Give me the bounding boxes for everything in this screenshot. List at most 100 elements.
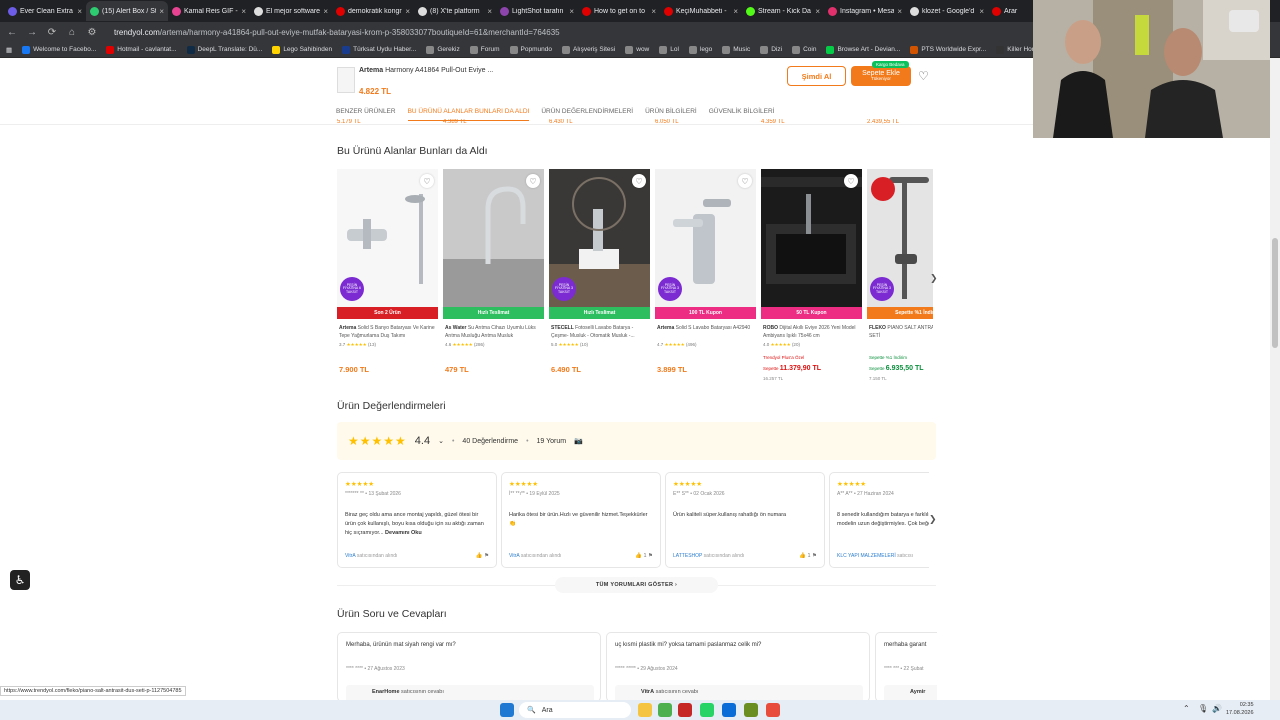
- product-card[interactable]: ♡ PEŞİN FİYATINA 3 TAKSİT 100 TL Kupon Arte…: [655, 169, 756, 389]
- product-image-frame[interactable]: ♡ PEŞİN FİYATINA 6 TAKSİT: [337, 169, 438, 307]
- score-dropdown-icon[interactable]: ⌄: [438, 437, 444, 445]
- carousel-next-icon[interactable]: ❯: [930, 273, 942, 285]
- product-card[interactable]: ♡PEŞİN FİYATINA 3 TAKSİTSepette %1 İndir…: [867, 169, 933, 389]
- file-explorer-icon[interactable]: [638, 703, 652, 717]
- url-field[interactable]: trendyol.com/artema/harmony-a41864-pull-…: [114, 28, 560, 37]
- bookmark-item[interactable]: Gerekiz: [426, 45, 460, 54]
- browser-tab[interactable]: Instagram • Mesa ×: [824, 1, 906, 21]
- review-card[interactable]: ★★★★★ ******* ** • 13 Şubat 2026 Biraz geç…: [337, 472, 497, 568]
- seller-name[interactable]: VitrA: [345, 553, 355, 559]
- product-card[interactable]: ♡ PEŞİN FİYATINA 3 TAKSİT Hızlı Teslimat ST…: [549, 169, 650, 389]
- system-clock[interactable]: 02:35 17.08.2026: [1226, 702, 1254, 717]
- apps-icon[interactable]: ▦: [6, 46, 12, 54]
- tray-chevron-icon[interactable]: ⌃: [1183, 704, 1190, 713]
- product-image-frame[interactable]: ♡PEŞİN FİYATINA 3 TAKSİT: [549, 169, 650, 307]
- product-card[interactable]: ♡ PEŞİN FİYATINA 6 TAKSİT Son 2 Ürün Artema…: [337, 169, 438, 389]
- review-card[interactable]: ★★★★★ E** S** • 02 Ocak 2026 Ürün kaliteli…: [665, 472, 825, 568]
- browser-tab[interactable]: Stream - Kick Da ×: [742, 1, 824, 21]
- bookmark-item[interactable]: PTS Worldwide Expr...: [910, 45, 986, 54]
- bookmark-item[interactable]: lego: [688, 45, 712, 54]
- thumbs-up-icon[interactable]: 👍: [476, 553, 484, 559]
- read-more-link[interactable]: Devamını Oku: [385, 530, 422, 536]
- browser-tab[interactable]: Ever Clean Extra ×: [4, 1, 86, 21]
- bookmark-item[interactable]: DeepL Translate: Dü...: [186, 45, 262, 54]
- accessibility-icon[interactable]: ♿: [10, 570, 30, 590]
- reload-icon[interactable]: ⟳: [46, 27, 58, 38]
- bookmark-item[interactable]: wow: [625, 45, 649, 54]
- browser-tab[interactable]: (15) Alert Box / St ×: [86, 1, 168, 21]
- product-image-frame[interactable]: ♡: [443, 169, 544, 307]
- browser-tab[interactable]: Kamal Reis GIF - ×: [168, 1, 250, 21]
- favorite-heart-icon[interactable]: ♡: [632, 174, 646, 188]
- comment-count[interactable]: 19 Yorum: [537, 438, 567, 445]
- page-scrollbar[interactable]: [1270, 58, 1280, 700]
- whatsapp-icon[interactable]: [700, 703, 714, 717]
- tab-close-icon[interactable]: ×: [241, 7, 246, 16]
- app-icon-2[interactable]: [766, 703, 780, 717]
- bookmark-item[interactable]: Türksat Uydu Haber...: [342, 45, 416, 54]
- review-next-icon[interactable]: ❯: [929, 514, 937, 525]
- browser-tab[interactable]: LightShot tarafın ×: [496, 1, 578, 21]
- favorite-heart-icon[interactable]: ♡: [844, 174, 858, 188]
- speaker-icon[interactable]: 🔊: [1212, 704, 1222, 713]
- tab-close-icon[interactable]: ×: [323, 7, 328, 16]
- seller-name[interactable]: KLC YAPI MALZEMELERİ: [837, 553, 896, 559]
- all-reviews-button[interactable]: TÜM YORUMLARI GÖSTER ›: [555, 577, 718, 593]
- product-card[interactable]: ♡ 50 TL Kupon ROBO Dijital Akıllı Eviye 20…: [761, 169, 862, 389]
- buy-now-button[interactable]: Şimdi Al: [787, 66, 846, 86]
- product-image-frame[interactable]: ♡: [761, 169, 862, 307]
- forward-icon[interactable]: →: [26, 27, 38, 38]
- app-icon[interactable]: [722, 703, 736, 717]
- bookmark-item[interactable]: Forum: [469, 45, 500, 54]
- review-like[interactable]: 👍 ⚑: [476, 553, 489, 559]
- favorite-heart-icon[interactable]: ♡: [918, 69, 929, 83]
- product-image-frame[interactable]: ♡PEŞİN FİYATINA 3 TAKSİT: [655, 169, 756, 307]
- tab-close-icon[interactable]: ×: [159, 7, 164, 16]
- report-flag-icon[interactable]: ⚑: [647, 553, 653, 559]
- tab-close-icon[interactable]: ×: [487, 7, 492, 16]
- browser-tab[interactable]: How to get on to ×: [578, 1, 660, 21]
- favorite-heart-icon[interactable]: ♡: [420, 174, 434, 188]
- qa-card[interactable]: uç kısmi plastik mi? yoksa tamami paslan…: [606, 632, 870, 702]
- bookmark-item[interactable]: Coin: [792, 45, 816, 54]
- bookmark-item[interactable]: Dizi: [760, 45, 782, 54]
- bookmark-item[interactable]: Browse Art - Devian...: [826, 45, 900, 54]
- chrome-icon[interactable]: [658, 703, 672, 717]
- scrollbar-thumb[interactable]: [1272, 238, 1278, 348]
- bookmark-item[interactable]: Popmundo: [509, 45, 552, 54]
- browser-tab[interactable]: demokratik kongr ×: [332, 1, 414, 21]
- review-like[interactable]: 👍 1 ⚑: [799, 553, 817, 559]
- browser-tab[interactable]: KeçiMuhabbeti - ×: [660, 1, 742, 21]
- product-card[interactable]: ♡ Hızlı Teslimat As Water Su Arıtma Cihazı…: [443, 169, 544, 389]
- tab-close-icon[interactable]: ×: [979, 7, 984, 16]
- product-image-frame[interactable]: ♡PEŞİN FİYATINA 3 TAKSİT: [867, 169, 933, 307]
- bookmark-item[interactable]: Music: [722, 45, 750, 54]
- browser-tab[interactable]: El mejor software ×: [250, 1, 332, 21]
- tab-close-icon[interactable]: ×: [897, 7, 902, 16]
- tab-close-icon[interactable]: ×: [815, 7, 820, 16]
- back-icon[interactable]: ←: [6, 27, 18, 38]
- bookmark-item[interactable]: Lego Sahibinden: [272, 45, 332, 54]
- bookmark-item[interactable]: Lol: [659, 45, 679, 54]
- bookmark-item[interactable]: Hotmail - cavlantat...: [106, 45, 177, 54]
- tab-close-icon[interactable]: ×: [77, 7, 82, 16]
- tab-close-icon[interactable]: ×: [569, 7, 574, 16]
- qa-card[interactable]: merhaba garant **** *** • 22 Şubat Aymir: [875, 632, 937, 702]
- qa-card[interactable]: Merhaba, ürünün mat siyah rengi var mı? *…: [337, 632, 601, 702]
- review-like[interactable]: 👍 1 ⚑: [635, 553, 653, 559]
- bookmark-item[interactable]: Alışveriş Sitesi: [561, 45, 615, 54]
- seller-name[interactable]: LATTESHOP: [673, 553, 702, 559]
- review-card[interactable]: ★★★★★ A** A** • 27 Haziran 2024 8 senedir …: [829, 472, 929, 568]
- report-flag-icon[interactable]: ⚑: [484, 553, 489, 559]
- product-thumbnail[interactable]: [337, 67, 355, 93]
- taskbar-search[interactable]: 🔍 Ara: [519, 702, 631, 718]
- microphone-icon[interactable]: 🎙: [1198, 704, 1208, 713]
- bookmark-item[interactable]: Welcome to Facebo...: [22, 45, 96, 54]
- tab-close-icon[interactable]: ×: [651, 7, 656, 16]
- favorite-heart-icon[interactable]: ♡: [526, 174, 540, 188]
- minecraft-icon[interactable]: [744, 703, 758, 717]
- browser-tab[interactable]: (8) X'te platform ×: [414, 1, 496, 21]
- tab-close-icon[interactable]: ×: [733, 7, 738, 16]
- home-icon[interactable]: ⌂: [66, 27, 78, 38]
- opera-icon[interactable]: [678, 703, 692, 717]
